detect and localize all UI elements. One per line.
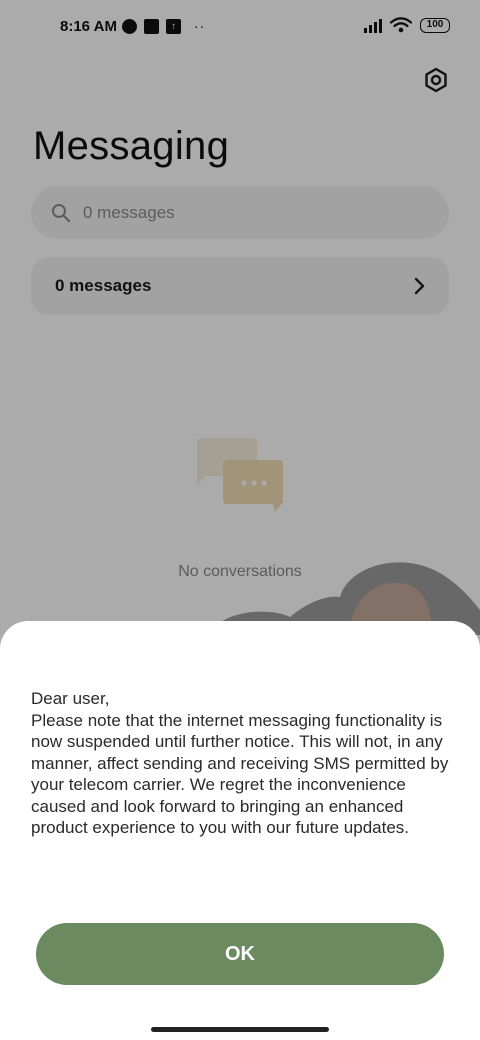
notice-dialog: Dear user, Please note that the internet… [0, 621, 480, 1040]
ok-button[interactable]: OK [36, 923, 444, 985]
notice-text: Dear user, Please note that the internet… [31, 688, 461, 839]
notice-greeting: Dear user, [31, 689, 110, 708]
notice-body: Please note that the internet messaging … [31, 710, 449, 838]
home-indicator[interactable] [151, 1027, 329, 1032]
